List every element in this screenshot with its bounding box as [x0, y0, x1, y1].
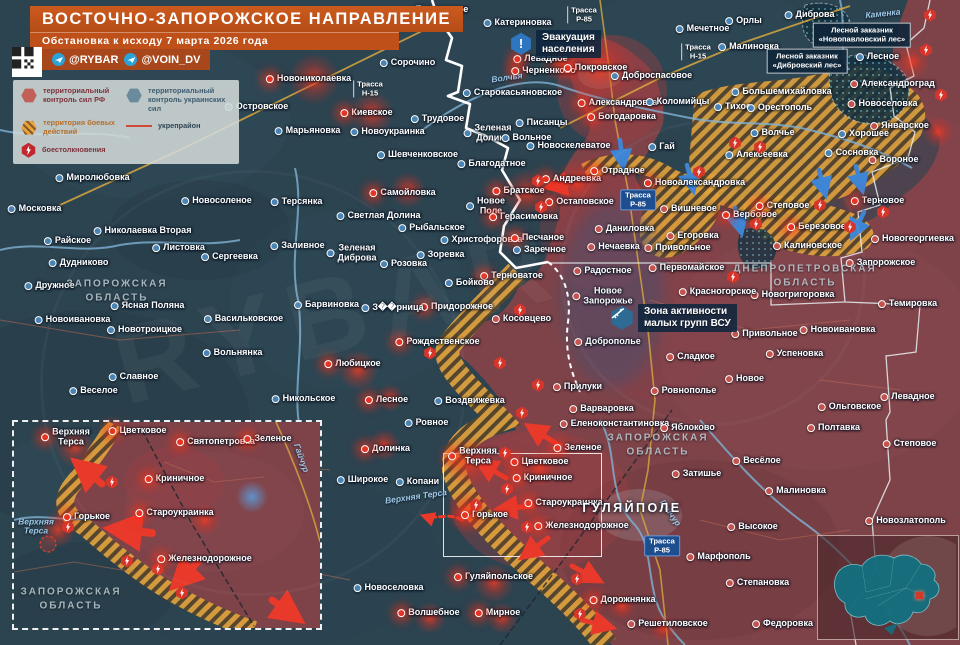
qr-code	[12, 47, 42, 77]
clash-icon	[424, 347, 437, 360]
clash-icon	[814, 199, 827, 212]
clash-icon	[693, 166, 706, 179]
clash-icon	[571, 573, 584, 586]
ukraine-minimap	[817, 535, 959, 640]
clash-icon	[62, 521, 75, 534]
telegram-handle-voindv: @VOIN_DV	[124, 53, 200, 66]
ua-control-icon	[126, 88, 142, 103]
legend-item-rf-control: территориальный контроль сил РФ	[21, 87, 126, 105]
vsu-zone-callout: Зона активностималых групп ВСУ	[610, 304, 737, 332]
minimap-region-marker	[916, 592, 923, 599]
clash-legend-icon	[21, 143, 36, 158]
clash-icon	[935, 89, 948, 102]
clash-icon	[924, 9, 937, 22]
telegram-bar: @RYBAR @VOIN_DV	[42, 49, 210, 70]
clash-icon	[754, 141, 767, 154]
telegram-handle-rybar: @RYBAR	[52, 53, 118, 66]
legend-item-combat-zone: территория боевых действий	[21, 119, 126, 137]
clash-icon	[106, 476, 119, 489]
legend-item-ua-control: территориальный контроль украинских сил	[126, 87, 231, 113]
clash-icon	[470, 499, 483, 512]
clash-icon	[729, 137, 742, 150]
clash-icon	[532, 175, 545, 188]
telegram-icon	[52, 53, 65, 66]
evacuation-callout: ! Эвакуациянаселения	[510, 30, 601, 58]
title-banner: ВОСТОЧНО-ЗАПОРОЖСКОЕ НАПРАВЛЕНИЕ Обстано…	[30, 6, 463, 50]
vsu-zone-callout-text: Зона активностималых групп ВСУ	[638, 304, 737, 332]
forest-reserve-label-1: Лесной заказник«Новопавловский лес»	[813, 23, 911, 48]
clash-icon	[574, 608, 587, 621]
warning-icon: !	[510, 33, 532, 55]
map-legend: территориальный контроль сил РФ территор…	[13, 80, 239, 164]
clash-icon	[877, 206, 890, 219]
clash-icon	[501, 483, 514, 496]
clash-icon	[514, 304, 527, 317]
clash-icon	[535, 201, 548, 214]
situation-map: БерестовоеКатериновкаСорочиноНовониколае…	[0, 0, 960, 645]
clash-icon	[494, 357, 507, 370]
clash-icon	[499, 447, 512, 460]
clash-icon	[521, 521, 534, 534]
clash-icon	[844, 221, 857, 234]
map-subtitle: Обстановка к исходу 7 марта 2026 года	[30, 32, 399, 50]
rifle-icon	[610, 306, 634, 330]
clash-icon	[727, 271, 740, 284]
map-title: ВОСТОЧНО-ЗАПОРОЖСКОЕ НАПРАВЛЕНИЕ	[30, 6, 463, 32]
legend-item-fortified-line: укрепрайон	[126, 119, 231, 131]
clash-icon	[920, 44, 933, 57]
fortified-line-icon	[126, 125, 152, 127]
clash-icon	[516, 407, 529, 420]
clash-icon	[750, 218, 763, 231]
legend-item-clashes: боестолкновения	[21, 143, 231, 158]
combat-zone-icon	[21, 120, 37, 135]
forest-reserve-label-2: Лесной заказник«Дибровский лес»	[767, 49, 848, 74]
clash-icon	[152, 563, 165, 576]
evacuation-callout-text: Эвакуациянаселения	[536, 30, 601, 58]
clash-icon	[121, 555, 134, 568]
clash-icon	[176, 587, 189, 600]
rf-control-icon	[21, 88, 37, 103]
telegram-icon	[124, 53, 137, 66]
clash-icon	[532, 379, 545, 392]
